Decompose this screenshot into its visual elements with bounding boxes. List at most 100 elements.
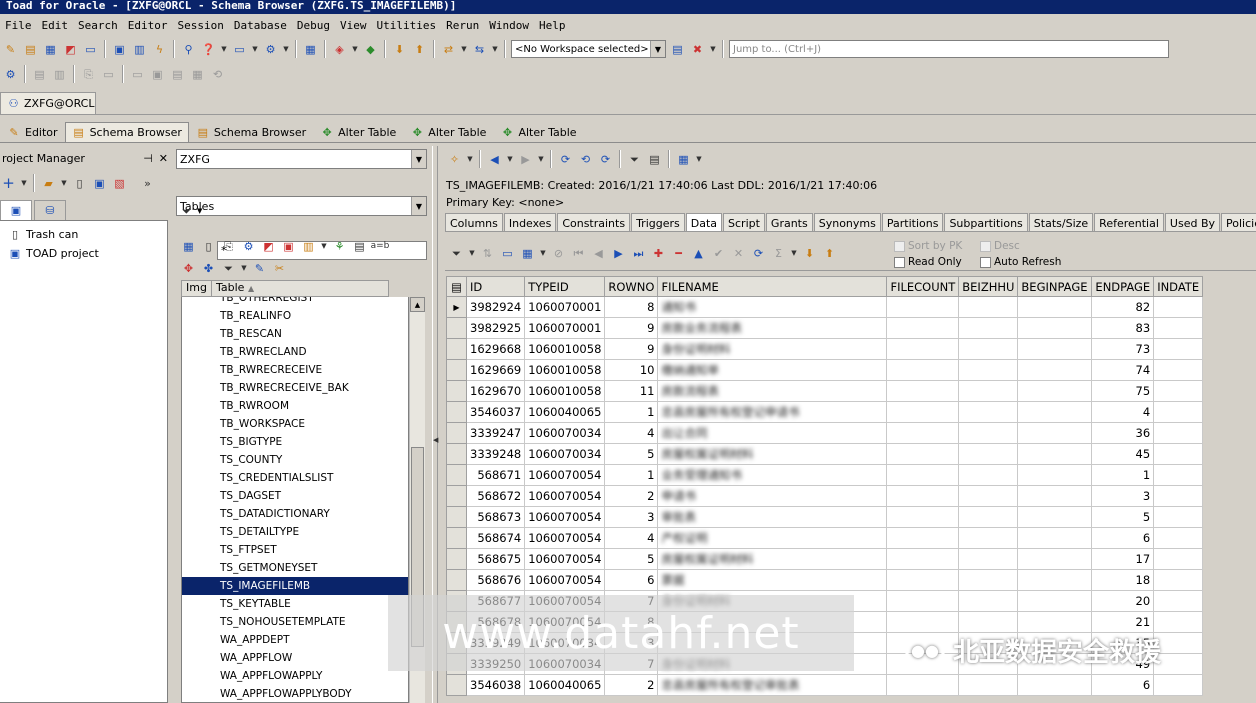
chevron-down-icon[interactable]: ▼ bbox=[282, 41, 290, 58]
table-row[interactable]: 568673 1060070054 3 审批表 5 bbox=[446, 506, 1204, 528]
table-list-item[interactable]: TB_RWRECRECEIVE_BAK bbox=[182, 379, 408, 397]
cell-filecount[interactable] bbox=[886, 485, 960, 507]
table-list-item[interactable]: TS_CREDENTIALSLIST bbox=[182, 469, 408, 487]
cell-rowno[interactable]: 10 bbox=[604, 359, 659, 381]
table-row[interactable]: 568676 1060070054 6 票据 18 bbox=[446, 569, 1204, 591]
close-icon[interactable]: ✕ bbox=[159, 152, 168, 165]
cell-beizhhu[interactable] bbox=[958, 674, 1019, 696]
cell-filecount[interactable] bbox=[886, 338, 960, 360]
close-workspace-icon[interactable]: ✖ bbox=[689, 41, 706, 58]
grid-corner-icon[interactable]: ▤ bbox=[446, 276, 467, 297]
tab-project-view[interactable]: ▣ bbox=[0, 200, 32, 220]
open-folder-icon[interactable]: ▰ bbox=[40, 175, 57, 192]
menu-item-debug[interactable]: Debug bbox=[292, 19, 335, 32]
table-list-item[interactable]: TB_RWRECLAND bbox=[182, 343, 408, 361]
cell-filename[interactable]: 身份证明材料 bbox=[657, 338, 888, 360]
cell-id[interactable]: 1629670 bbox=[465, 380, 526, 402]
column-header-id[interactable]: ID bbox=[465, 276, 526, 297]
cell-filecount[interactable] bbox=[886, 359, 960, 381]
layout-disabled-icon[interactable]: ▦ bbox=[189, 66, 206, 83]
cell-filecount[interactable] bbox=[886, 590, 960, 612]
cell-indate[interactable] bbox=[1153, 338, 1204, 360]
cell-indate[interactable] bbox=[1153, 653, 1204, 675]
cell-filename[interactable]: 产权证明 bbox=[657, 527, 888, 549]
refresh-all-icon[interactable]: ⟲ bbox=[577, 151, 594, 168]
save-icon[interactable]: ▣ bbox=[91, 175, 108, 192]
cell-indate[interactable] bbox=[1153, 569, 1204, 591]
chevron-down-icon[interactable]: ▼ bbox=[709, 41, 717, 58]
cell-rowno[interactable]: 5 bbox=[604, 443, 659, 465]
cell-rowno[interactable]: 8 bbox=[604, 296, 659, 318]
column-header-beginpage[interactable]: BEGINPAGE bbox=[1017, 276, 1093, 297]
cell-beginpage[interactable] bbox=[1017, 590, 1093, 612]
column-header-filename[interactable]: FILENAME bbox=[657, 276, 888, 297]
sum-icon[interactable]: Σ bbox=[770, 245, 787, 262]
cell-filecount[interactable] bbox=[886, 506, 960, 528]
chevron-down-icon[interactable]: ▼ bbox=[60, 175, 68, 192]
grid-icon[interactable]: ▥ bbox=[131, 41, 148, 58]
table-list-item[interactable]: TB_OTHERREGIST bbox=[182, 297, 408, 307]
cell-beginpage[interactable] bbox=[1017, 443, 1093, 465]
sort-by-pk-option[interactable]: Sort by PK bbox=[894, 238, 984, 254]
refresh-details-icon[interactable]: ⟳ bbox=[597, 151, 614, 168]
sort-icon[interactable]: ⇅ bbox=[479, 245, 496, 262]
cell-beginpage[interactable] bbox=[1017, 422, 1093, 444]
cancel-edit-icon[interactable]: ✕ bbox=[730, 245, 747, 262]
table-list-item[interactable]: TB_RWRECRECEIVE bbox=[182, 361, 408, 379]
cell-filename[interactable]: 出让合同 bbox=[657, 422, 888, 444]
cell-beginpage[interactable] bbox=[1017, 506, 1093, 528]
cell-id[interactable]: 568674 bbox=[465, 527, 526, 549]
cell-id[interactable]: 568673 bbox=[465, 506, 526, 528]
row-indicator[interactable] bbox=[446, 548, 467, 570]
cell-endpage[interactable]: 18 bbox=[1091, 569, 1155, 591]
table-list-item[interactable]: TS_KEYTABLE bbox=[182, 595, 408, 613]
cell-beizhhu[interactable] bbox=[958, 506, 1019, 528]
cell-filecount[interactable] bbox=[886, 674, 960, 696]
cell-endpage[interactable]: 3 bbox=[1091, 485, 1155, 507]
cell-beginpage[interactable] bbox=[1017, 569, 1093, 591]
table-icon[interactable]: ▦ bbox=[180, 238, 197, 255]
chevron-down-icon[interactable]: ▼ bbox=[460, 41, 468, 58]
cell-rowno[interactable]: 2 bbox=[604, 485, 659, 507]
cell-typeid[interactable]: 1060070054 bbox=[524, 527, 606, 549]
row-indicator[interactable] bbox=[446, 464, 467, 486]
jump-to-input[interactable]: Jump to... (Ctrl+J) bbox=[729, 40, 1169, 58]
tab-schema-browser[interactable]: ▤ Schema Browser bbox=[64, 122, 189, 142]
column-header-rowno[interactable]: ROWNO bbox=[604, 276, 659, 297]
table-list-item[interactable]: TB_REALINFO bbox=[182, 307, 408, 325]
table-list-item[interactable]: TS_NOHOUSETEMPLATE bbox=[182, 613, 408, 631]
layout-icon[interactable]: ▣ bbox=[111, 41, 128, 58]
cell-filecount[interactable] bbox=[886, 443, 960, 465]
cell-filename[interactable]: 房款业务流程表 bbox=[657, 317, 888, 339]
menu-item-utilities[interactable]: Utilities bbox=[371, 19, 441, 32]
chevron-down-icon[interactable]: ▼ bbox=[695, 151, 703, 168]
list-icon[interactable]: ▤ bbox=[646, 151, 663, 168]
table-row[interactable]: 3546038 1060040065 2 忠县房屋所有权登记审批表 6 bbox=[446, 674, 1204, 696]
cell-beginpage[interactable] bbox=[1017, 464, 1093, 486]
tree-item-trash[interactable]: ▯ Trash can bbox=[0, 225, 167, 244]
sql-icon[interactable]: ▦ bbox=[42, 41, 59, 58]
chevron-down-icon[interactable]: ▼ bbox=[320, 238, 328, 255]
sql-disabled-icon[interactable]: ▤ bbox=[169, 66, 186, 83]
chevron-down-icon[interactable]: ▼ bbox=[240, 260, 248, 277]
row-indicator[interactable] bbox=[446, 506, 467, 528]
read-only-checkbox[interactable] bbox=[894, 256, 905, 268]
cell-filename[interactable]: 缴纳通知单 bbox=[657, 359, 888, 381]
export-icon[interactable]: ▦ bbox=[519, 245, 536, 262]
cell-typeid[interactable]: 1060070054 bbox=[524, 485, 606, 507]
cell-typeid[interactable]: 1060070054 bbox=[524, 506, 606, 528]
tab-referential[interactable]: Referential bbox=[1094, 213, 1164, 232]
cell-endpage[interactable]: 6 bbox=[1091, 674, 1155, 696]
table-list-item[interactable]: TS_DAGSET bbox=[182, 487, 408, 505]
cell-id[interactable]: 568671 bbox=[465, 464, 526, 486]
column-header-filecount[interactable]: FILECOUNT bbox=[886, 276, 960, 297]
cell-beginpage[interactable] bbox=[1017, 338, 1093, 360]
menu-item-file[interactable]: File bbox=[0, 19, 37, 32]
column-header-indate[interactable]: INDATE bbox=[1153, 276, 1204, 297]
table-row[interactable]: 1629668 1060010058 9 身份证明材料 73 bbox=[446, 338, 1204, 360]
cell-rowno[interactable]: 5 bbox=[604, 548, 659, 570]
cell-filecount[interactable] bbox=[886, 296, 960, 318]
tab-subpartitions[interactable]: Subpartitions bbox=[944, 213, 1028, 232]
cell-filecount[interactable] bbox=[886, 422, 960, 444]
copy-icon[interactable]: ⎘ bbox=[80, 66, 97, 83]
